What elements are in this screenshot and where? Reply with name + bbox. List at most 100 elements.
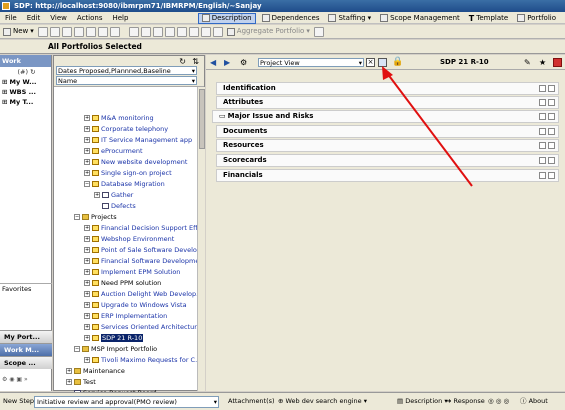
new-button[interactable]: New ▾: [0, 26, 37, 37]
expand-icon[interactable]: [539, 99, 546, 106]
refresh-icon[interactable]: [85, 26, 96, 37]
refresh-icon[interactable]: ↻: [179, 57, 186, 66]
tree-node[interactable]: + Upgrade to Windows Vista: [84, 300, 187, 310]
expand-icon[interactable]: [539, 128, 546, 135]
description-status-button[interactable]: ▤ Description ▾: [397, 396, 448, 408]
back-icon[interactable]: ◀: [210, 58, 216, 67]
tree-node[interactable]: Defects: [102, 201, 136, 211]
collapse-icon[interactable]: [548, 142, 555, 149]
refresh-icon[interactable]: ↻: [30, 68, 35, 76]
section-resources[interactable]: Resources: [216, 139, 559, 152]
tree-node[interactable]: + Test: [66, 377, 96, 387]
expand-icon[interactable]: [539, 85, 546, 92]
forward-icon[interactable]: ▶: [224, 58, 230, 67]
move-up-icon[interactable]: [188, 26, 199, 37]
paste-icon[interactable]: [61, 26, 72, 37]
portfolio-icon[interactable]: ★: [539, 58, 546, 67]
aggregate-portfolio-button[interactable]: Aggregate Portfolio ▾: [224, 26, 313, 37]
nav-item-wbs[interactable]: ⊞ WBS ...: [0, 87, 51, 97]
collapse-icon[interactable]: [548, 128, 555, 135]
dates-filter-select[interactable]: Dates Proposed,Plannned,Baseline ▾: [56, 66, 197, 75]
my-portfolios-button[interactable]: My Port...: [0, 330, 52, 343]
tree-node[interactable]: + Tivoli Maximo Requests for C...: [84, 355, 201, 365]
tree-node[interactable]: + Implement EPM Solution: [84, 267, 180, 277]
save-icon[interactable]: [37, 26, 48, 37]
work-management-button[interactable]: Work M...: [0, 343, 52, 356]
scrollbar-thumb[interactable]: [199, 89, 205, 149]
response-button[interactable]: ➜ Response: [446, 396, 485, 408]
stakeholder-icon[interactable]: ✎: [524, 58, 531, 67]
tree-node[interactable]: − Projects: [74, 212, 117, 222]
tree-node[interactable]: + Corporate telephony: [84, 124, 168, 134]
indent-icon[interactable]: [140, 26, 151, 37]
expand-icon[interactable]: [539, 142, 546, 149]
section-attributes[interactable]: Attributes: [216, 96, 559, 109]
collapse-icon[interactable]: [548, 85, 555, 92]
move-down-icon[interactable]: [200, 26, 211, 37]
step-field[interactable]: Initiative review and approval(PMO revie…: [34, 396, 219, 408]
scope-management-button[interactable]: Scope ...: [0, 356, 52, 369]
view-dependences-button[interactable]: Dependences: [259, 13, 323, 24]
attachment-button[interactable]: Attachment(s): [228, 396, 275, 408]
options-icon[interactable]: [313, 26, 324, 37]
link-icon[interactable]: [164, 26, 175, 37]
filter-icon[interactable]: ⇅: [192, 57, 199, 66]
tree-node[interactable]: + ERP Implementation: [84, 311, 167, 321]
menu-file[interactable]: File: [0, 12, 22, 24]
help-icon[interactable]: [109, 26, 120, 37]
tree-node[interactable]: + IT Service Management app: [84, 135, 192, 145]
section-major-issues[interactable]: ▭ Major Issue and Risks: [212, 110, 559, 123]
tree-node[interactable]: + Point of Sale Software Develo...: [84, 245, 203, 255]
outdent-icon[interactable]: [152, 26, 163, 37]
tree-node[interactable]: + New website development: [84, 157, 187, 167]
close-icon[interactable]: ×: [366, 58, 375, 67]
tree-node[interactable]: + Financial Software Developmer: [84, 256, 202, 266]
view-portfolio-button[interactable]: Portfolio: [514, 13, 559, 24]
tree-node[interactable]: + Need PPM solution: [84, 278, 161, 288]
view-select[interactable]: Project View ▾: [258, 58, 364, 67]
tree-scrollbar[interactable]: [197, 87, 205, 391]
section-scorecards[interactable]: Scorecards: [216, 154, 559, 167]
tree-node[interactable]: + Services Oriented Architectur...: [84, 322, 202, 332]
tree-node[interactable]: + Webshop Environment: [84, 234, 174, 244]
unlink-icon[interactable]: [176, 26, 187, 37]
collapse-icon[interactable]: [548, 99, 555, 106]
section-documents[interactable]: Documents: [216, 125, 559, 138]
menu-actions[interactable]: Actions: [72, 12, 108, 24]
tree-node[interactable]: + Auction Delight Web Develop...: [84, 289, 202, 299]
tree-node[interactable]: + Financial Decision Support Eff...: [84, 223, 204, 233]
menu-edit[interactable]: Edit: [22, 12, 46, 24]
delete-icon[interactable]: [73, 26, 84, 37]
expand-icon[interactable]: [539, 172, 546, 179]
menu-help[interactable]: Help: [107, 12, 133, 24]
search-engine-button[interactable]: ⊕ Web dev search engine ▾: [278, 396, 367, 408]
tree-node[interactable]: + Gather: [94, 190, 133, 200]
view-staffing-button[interactable]: Staffing ▾: [325, 13, 374, 24]
expand-icon[interactable]: [539, 113, 546, 120]
tree-node[interactable]: + M&A monitoring: [84, 113, 154, 123]
section-financials[interactable]: Financials: [216, 169, 559, 182]
gear-icon[interactable]: ⚙: [240, 58, 247, 67]
section-identification[interactable]: Identification: [216, 82, 559, 95]
sort-select[interactable]: Name ▾: [56, 76, 197, 85]
filter-icon[interactable]: (#): [17, 68, 28, 76]
layout-icon[interactable]: [378, 58, 387, 67]
tree-node[interactable]: − MSP Import Portfolio: [74, 344, 157, 354]
print-icon[interactable]: [97, 26, 108, 37]
view-template-button[interactable]: T Template: [466, 13, 511, 24]
collapse-icon[interactable]: [548, 157, 555, 164]
status-icons[interactable]: ◎ ◎ ◎: [488, 396, 509, 408]
collapse-icon[interactable]: [548, 113, 555, 120]
menu-view[interactable]: View: [45, 12, 72, 24]
expand-icon[interactable]: [539, 157, 546, 164]
collapse-icon[interactable]: [548, 172, 555, 179]
tree-node[interactable]: + Single sign-on project: [84, 168, 172, 178]
close-detail-icon[interactable]: [553, 58, 562, 67]
nav-footer-icons[interactable]: ⚙ ◉ ▣ »: [2, 376, 50, 387]
filter-icon[interactable]: [212, 26, 223, 37]
nav-item-my-tasks[interactable]: ⊞ My T...: [0, 97, 51, 107]
cut-icon[interactable]: [128, 26, 139, 37]
view-scope-management-button[interactable]: Scope Management: [377, 13, 463, 24]
view-description-button[interactable]: Description: [197, 12, 256, 24]
tree-node-selected[interactable]: + SDP 21 R-10: [84, 333, 144, 343]
